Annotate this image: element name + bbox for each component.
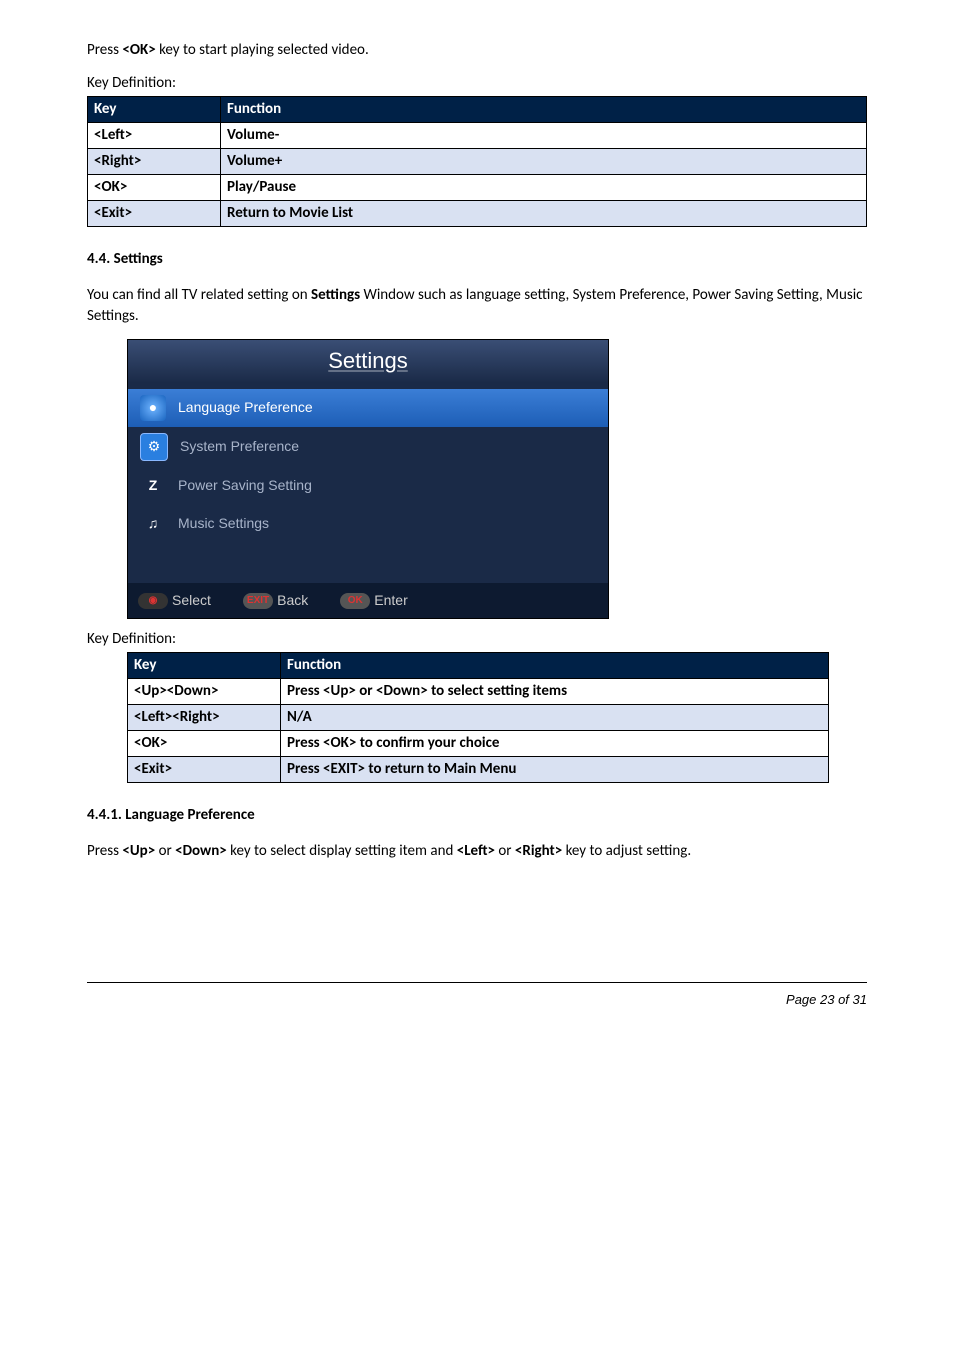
page-number: Page 23 of 31: [87, 991, 867, 1009]
footer-label: Enter: [374, 591, 407, 611]
table-row: <OK>Play/Pause: [88, 175, 867, 201]
table-header-row: Key Function: [128, 653, 829, 679]
cell-key: <OK>: [88, 175, 221, 201]
ok-badge-icon: OK: [340, 593, 370, 609]
text: key to select display setting item and: [227, 842, 457, 860]
text: key to start playing selected video.: [156, 41, 369, 59]
footer-label: Back: [277, 591, 308, 611]
settings-item-label: System Preference: [180, 437, 299, 457]
table-row: <Left><Right>N/A: [128, 705, 829, 731]
key-ok-bold: <OK>: [122, 41, 155, 59]
text: or: [495, 842, 515, 860]
cell-key: <Up><Down>: [128, 679, 281, 705]
settings-screenshot: Settings ● Language Preference ⚙ System …: [127, 339, 609, 619]
footer-back: EXIT Back: [243, 591, 308, 611]
joystick-icon: ◉: [138, 593, 168, 609]
cell-key: <Left>: [88, 123, 221, 149]
cell-key: <OK>: [128, 731, 281, 757]
text: You can find all TV related setting on: [87, 286, 311, 304]
settings-item-system: ⚙ System Preference: [128, 427, 608, 467]
table-row: <OK>Press <OK> to confirm your choice: [128, 731, 829, 757]
text: Press: [87, 842, 122, 860]
key-right: <Right>: [515, 842, 562, 860]
footer-label: Select: [172, 591, 211, 611]
settings-description: You can find all TV related setting on S…: [87, 285, 867, 327]
settings-item-language: ● Language Preference: [128, 389, 608, 427]
table-row: <Up><Down>Press <Up> or <Down> to select…: [128, 679, 829, 705]
intro-paragraph: Press <OK> key to start playing selected…: [87, 40, 867, 61]
cell-key: <Exit>: [88, 201, 221, 227]
text: Press: [87, 41, 122, 59]
cell-func: N/A: [281, 705, 829, 731]
cell-func: Play/Pause: [221, 175, 867, 201]
settings-list: ● Language Preference ⚙ System Preferenc…: [128, 383, 608, 583]
cell-key: <Left><Right>: [128, 705, 281, 731]
cell-func: Press <OK> to confirm your choice: [281, 731, 829, 757]
footer-select: ◉ Select: [138, 591, 211, 611]
footer-enter: OK Enter: [340, 591, 407, 611]
lang-pref-paragraph: Press <Up> or <Down> key to select displ…: [87, 841, 867, 862]
settings-footer: ◉ Select EXIT Back OK Enter: [128, 583, 608, 619]
sleep-icon: Z: [140, 473, 166, 499]
settings-item-label: Language Preference: [178, 398, 313, 418]
table-row: <Exit>Press <EXIT> to return to Main Men…: [128, 757, 829, 783]
exit-badge-icon: EXIT: [243, 593, 273, 609]
cell-key: <Exit>: [128, 757, 281, 783]
music-icon: ♫: [140, 511, 166, 537]
settings-title: Settings: [128, 340, 608, 383]
col-header-key: Key: [128, 653, 281, 679]
key-left: <Left>: [457, 842, 495, 860]
bold-settings: Settings: [311, 286, 360, 304]
cell-func: Return to Movie List: [221, 201, 867, 227]
cell-func: Press <EXIT> to return to Main Menu: [281, 757, 829, 783]
table-row: <Exit>Return to Movie List: [88, 201, 867, 227]
gear-icon: ⚙: [140, 433, 168, 461]
cell-func: Volume-: [221, 123, 867, 149]
key-definition-table-2: Key Function <Up><Down>Press <Up> or <Do…: [127, 652, 829, 783]
key-up: <Up>: [122, 842, 155, 860]
heading-4-4: 4.4. Settings: [87, 249, 867, 270]
cell-func: Volume+: [221, 149, 867, 175]
settings-item-music: ♫ Music Settings: [128, 505, 608, 543]
key-down: <Down>: [175, 842, 227, 860]
settings-item-label: Power Saving Setting: [178, 476, 312, 496]
cell-func: Press <Up> or <Down> to select setting i…: [281, 679, 829, 705]
table-header-row: Key Function: [88, 97, 867, 123]
col-header-function: Function: [221, 97, 867, 123]
text: or: [155, 842, 175, 860]
settings-item-label: Music Settings: [178, 514, 269, 534]
footer-rule: [87, 982, 867, 983]
settings-item-power: Z Power Saving Setting: [128, 467, 608, 505]
heading-4-4-1: 4.4.1. Language Preference: [87, 805, 867, 826]
table-row: <Right>Volume+: [88, 149, 867, 175]
key-definition-table-1: Key Function <Left>Volume- <Right>Volume…: [87, 96, 867, 227]
key-definition-label-2: Key Definition:: [87, 629, 867, 650]
col-header-function: Function: [281, 653, 829, 679]
text: key to adjust setting.: [562, 842, 691, 860]
globe-icon: ●: [140, 395, 166, 421]
cell-key: <Right>: [88, 149, 221, 175]
col-header-key: Key: [88, 97, 221, 123]
table-row: <Left>Volume-: [88, 123, 867, 149]
key-definition-label: Key Definition:: [87, 73, 867, 94]
